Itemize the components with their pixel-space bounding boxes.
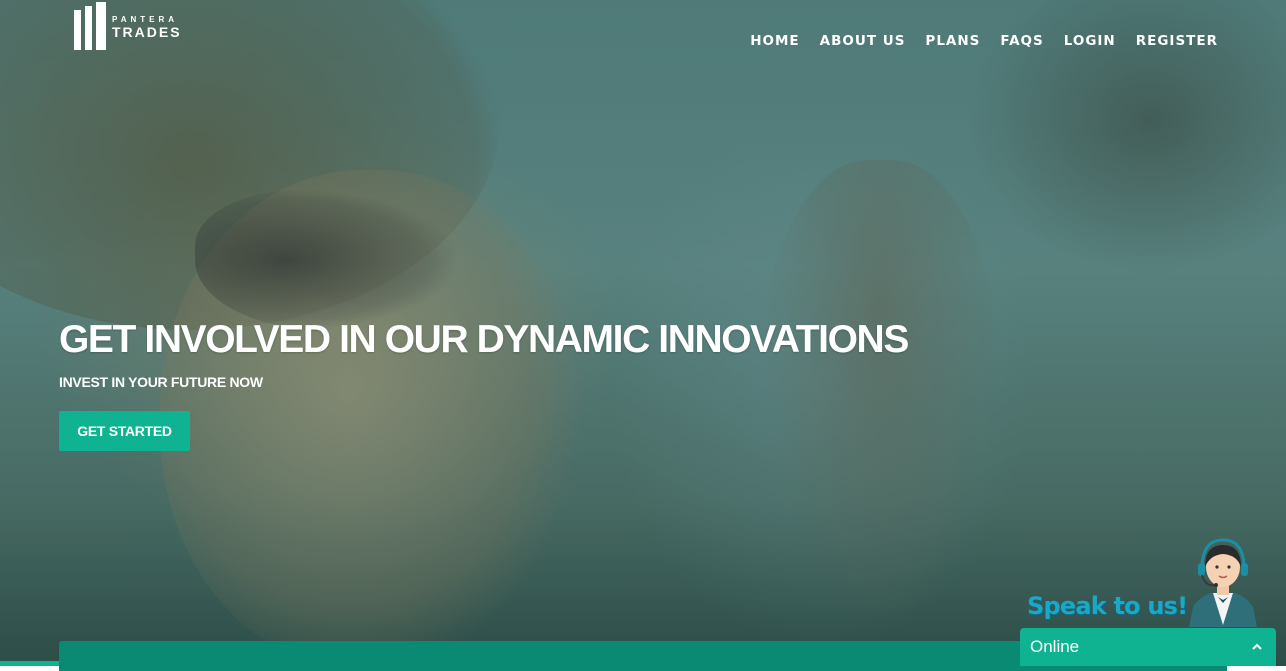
hero-headline: GET INVOLVED IN OUR DYNAMIC INNOVATIONS — [59, 318, 909, 361]
support-agent-icon[interactable] — [1183, 537, 1263, 627]
nav-faqs[interactable]: FAQS — [1000, 33, 1043, 49]
nav-register[interactable]: REGISTER — [1136, 33, 1218, 49]
brand-logo[interactable]: PANTERA TRADES — [74, 0, 182, 52]
main-nav: HOME ABOUT US PLANS FAQS LOGIN REGISTER — [750, 33, 1218, 49]
chat-status: Online — [1030, 637, 1080, 656]
logo-line1: PANTERA — [112, 15, 179, 24]
hero-subline: INVEST IN YOUR FUTURE NOW — [59, 374, 263, 390]
chat-callout[interactable]: Speak to us! — [1027, 592, 1188, 620]
bottom-accent-strip — [0, 661, 59, 666]
nav-plans[interactable]: PLANS — [925, 33, 980, 49]
chevron-up-icon[interactable] — [1250, 640, 1264, 654]
nav-login[interactable]: LOGIN — [1064, 33, 1116, 49]
logo-wordmark: PANTERA TRADES — [112, 15, 182, 40]
logo-line2: TRADES — [112, 24, 182, 40]
chat-widget-bar[interactable]: Online — [1020, 628, 1276, 666]
nav-about-us[interactable]: ABOUT US — [820, 33, 906, 49]
get-started-button[interactable]: GET STARTED — [59, 411, 190, 451]
logo-bars-icon — [74, 2, 106, 50]
nav-home[interactable]: HOME — [750, 33, 799, 49]
